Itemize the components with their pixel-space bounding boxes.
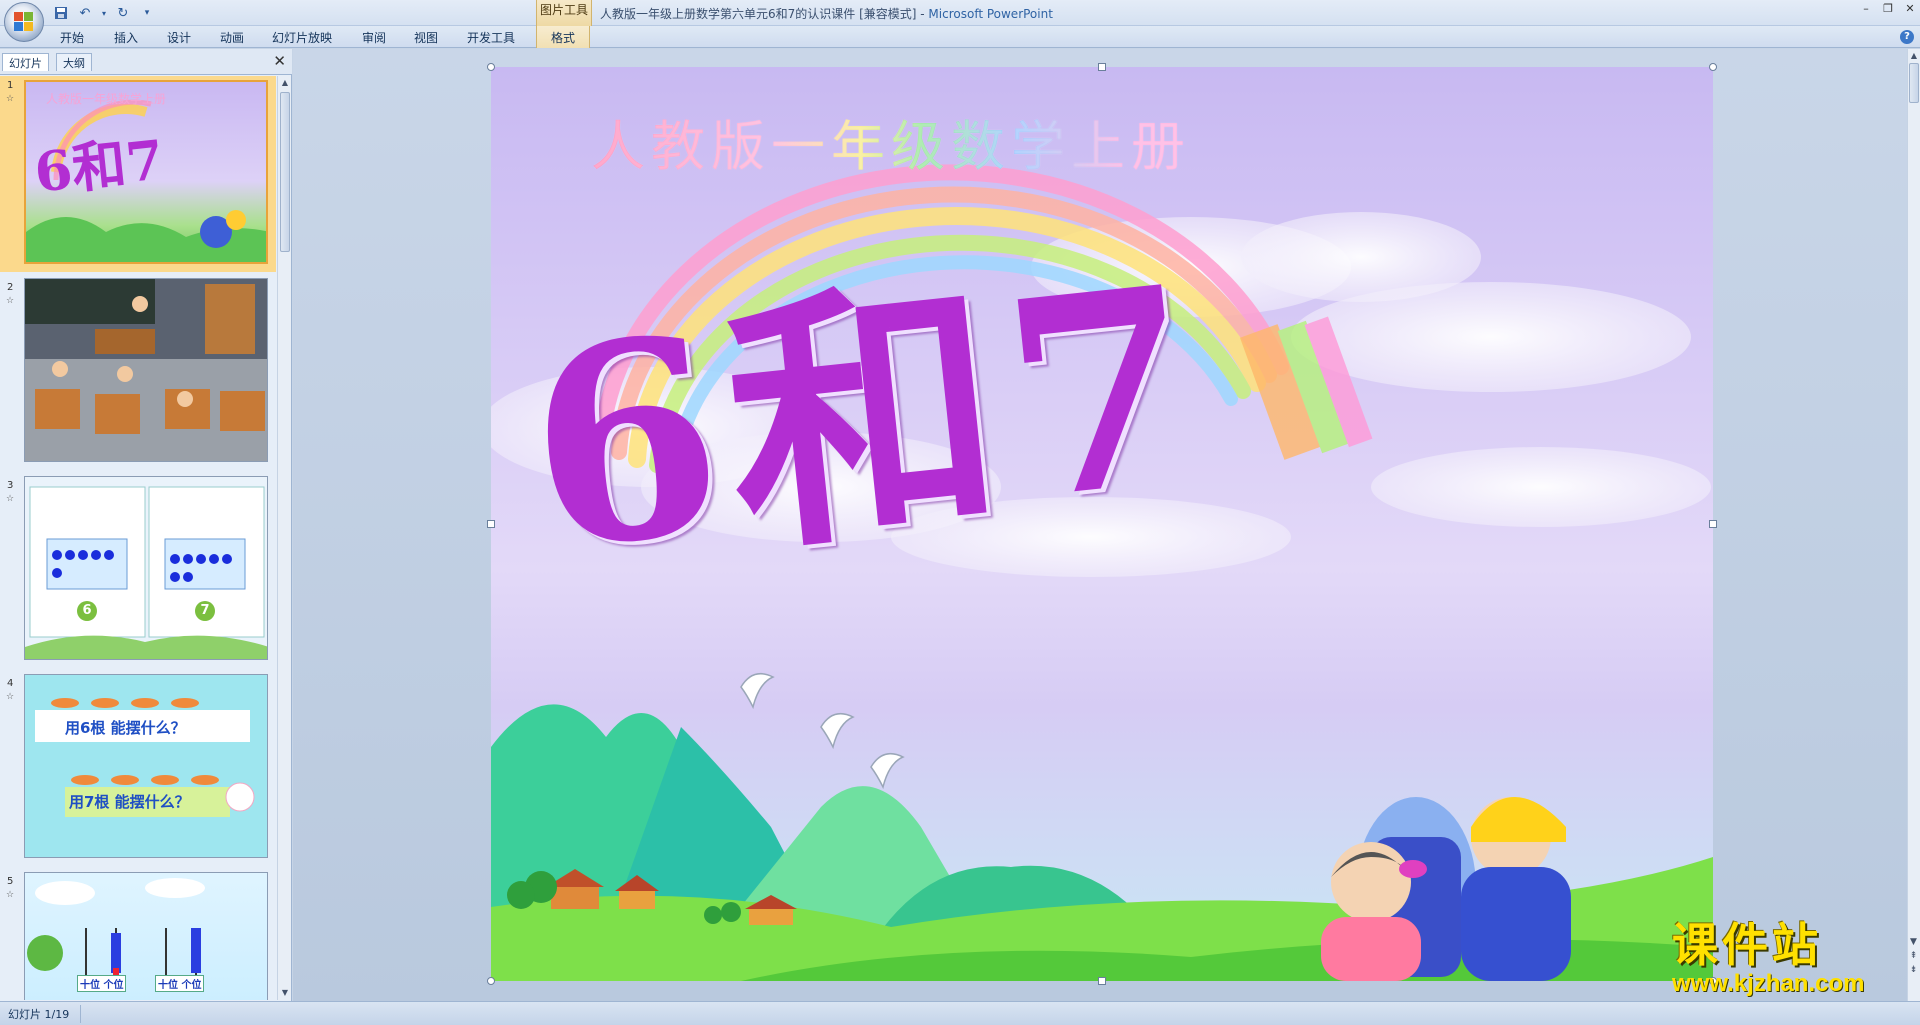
thumbnail-label-right: 十位 个位 xyxy=(155,975,205,992)
title-bar: ↶ ▾ ↻ ▾ 图片工具 人教版一年级上册数学第六单元6和7的认识课件 [兼容模… xyxy=(0,0,1920,26)
thumbnail-preview: 用6根 能摆什么？ 用7根 能摆什么？ xyxy=(24,674,268,858)
tab-insert[interactable]: 插入 xyxy=(114,29,138,46)
application-name: Microsoft PowerPoint xyxy=(928,7,1053,21)
resize-handle-top[interactable] xyxy=(1098,63,1106,71)
slides-panel: 幻灯片 大纲 ✕ 1 ☆ 人教版一年级数学上册 6和7 2 ☆ 3 ☆ 6 7 … xyxy=(0,49,292,1001)
slide-thumbnail-4[interactable]: 4 ☆ 用6根 能摆什么？ 用7根 能摆什么？ xyxy=(0,674,276,862)
help-icon[interactable]: ? xyxy=(1900,30,1914,44)
status-divider xyxy=(80,1005,81,1023)
slide-number: 5 xyxy=(7,876,14,887)
undo-dropdown-icon[interactable]: ▾ xyxy=(100,4,108,22)
scroll-down-icon[interactable]: ▼ xyxy=(278,986,292,1000)
thumbnail-label-right: 7 xyxy=(195,601,215,621)
thumbnail-line1: 用6根 能摆什么？ xyxy=(65,719,186,737)
resize-handle-right[interactable] xyxy=(1709,520,1717,528)
watermark-url: www.kjzhan.com xyxy=(1672,970,1865,997)
animation-star-icon: ☆ xyxy=(6,890,15,900)
slide-nav-buttons: ▼ ⇞ ⇟ xyxy=(1907,935,1920,991)
save-icon[interactable] xyxy=(52,4,70,22)
document-title: 人教版一年级上册数学第六单元6和7的认识课件 [兼容模式] - xyxy=(600,7,929,21)
tab-design[interactable]: 设计 xyxy=(167,29,191,46)
slide-subtitle[interactable]: 人教版一年级数学上册 xyxy=(591,102,1191,181)
animation-star-icon: ☆ xyxy=(6,296,15,306)
slide-number: 1 xyxy=(7,80,14,91)
slide-thumbnail-5[interactable]: 5 ☆ 十位 个位 十位 个位 xyxy=(0,872,276,1000)
resize-handle-left[interactable] xyxy=(487,520,495,528)
tab-slides[interactable]: 幻灯片 xyxy=(2,53,49,71)
thumbnail-preview: 十位 个位 十位 个位 xyxy=(24,872,268,1000)
scroll-up-icon[interactable]: ▲ xyxy=(1908,49,1920,63)
quick-access-toolbar: ↶ ▾ ↻ ▾ xyxy=(52,4,156,22)
thumbnail-preview: 6 7 xyxy=(24,476,268,660)
window-title: 人教版一年级上册数学第六单元6和7的认识课件 [兼容模式] - Microsof… xyxy=(600,5,1053,22)
thumbnail-line2: 用7根 能摆什么？ xyxy=(69,793,190,811)
resize-handle-bottom[interactable] xyxy=(1098,977,1106,985)
tab-slideshow[interactable]: 幻灯片放映 xyxy=(272,29,332,46)
thumbnail-label-left: 十位 个位 xyxy=(77,975,127,992)
slide-thumbnail-3[interactable]: 3 ☆ 6 7 xyxy=(0,476,276,664)
resize-handle-top-left[interactable] xyxy=(487,63,495,71)
window-controls: – ❐ ✕ xyxy=(1860,2,1916,15)
office-logo-icon xyxy=(14,12,34,32)
carrot-illustration xyxy=(35,698,255,817)
resize-handle-bottom-left[interactable] xyxy=(487,977,495,985)
close-panel-icon[interactable]: ✕ xyxy=(273,52,286,70)
animation-star-icon: ☆ xyxy=(6,94,15,104)
thumbnail-subtitle: 人教版一年级数学上册 xyxy=(46,92,167,106)
status-bar: 幻灯片 1/19 xyxy=(0,1001,1920,1025)
thumbnail-title: 6和7 xyxy=(31,127,167,205)
watermark-text: 课件站 xyxy=(1672,918,1822,972)
scrollbar-thumb[interactable] xyxy=(280,92,290,252)
scrollbar-thumb[interactable] xyxy=(1909,63,1919,103)
book-illustration xyxy=(25,486,267,659)
office-button[interactable] xyxy=(4,2,44,42)
redo-icon[interactable]: ↻ xyxy=(114,4,132,22)
slide-number: 2 xyxy=(7,282,14,293)
tab-outline[interactable]: 大纲 xyxy=(56,53,92,71)
slide-thumbnail-2[interactable]: 2 ☆ xyxy=(0,278,276,466)
undo-icon[interactable]: ↶ xyxy=(76,4,94,22)
classroom-illustration xyxy=(25,279,267,461)
abacus-illustration xyxy=(27,878,205,978)
slide-thumbnail-list: 1 ☆ 人教版一年级数学上册 6和7 2 ☆ 3 ☆ 6 7 4 ☆ 用6根 能… xyxy=(0,76,276,1000)
picture-tools-group-header: 图片工具 xyxy=(536,0,592,26)
animation-star-icon: ☆ xyxy=(6,692,15,702)
previous-slide-icon[interactable]: ⇞ xyxy=(1907,949,1920,963)
animation-star-icon: ☆ xyxy=(6,494,15,504)
next-slide-icon[interactable]: ⇟ xyxy=(1907,963,1920,977)
tab-home[interactable]: 开始 xyxy=(60,29,84,46)
scroll-up-icon[interactable]: ▲ xyxy=(278,76,292,90)
scroll-down-icon[interactable]: ▼ xyxy=(1907,935,1920,949)
resize-handle-top-right[interactable] xyxy=(1709,63,1717,71)
slide-thumbnail-1[interactable]: 1 ☆ 人教版一年级数学上册 6和7 xyxy=(0,76,276,272)
panel-tabs: 幻灯片 大纲 ✕ xyxy=(0,49,292,75)
tab-view[interactable]: 视图 xyxy=(414,29,438,46)
thumbnail-scrollbar[interactable]: ▲ ▼ xyxy=(277,76,291,1000)
slide-number: 4 xyxy=(7,678,14,689)
thumbnail-preview: 人教版一年级数学上册 6和7 xyxy=(24,80,268,264)
tab-animations[interactable]: 动画 xyxy=(220,29,244,46)
thumbnail-preview xyxy=(24,278,268,462)
slide-title[interactable]: 6和7 xyxy=(515,224,1220,611)
tab-format[interactable]: 格式 xyxy=(536,26,591,48)
minimize-icon[interactable]: – xyxy=(1860,2,1872,15)
slide-indicator: 幻灯片 1/19 xyxy=(8,1008,70,1021)
customize-qat-icon[interactable]: ▾ xyxy=(138,4,156,22)
tab-review[interactable]: 审阅 xyxy=(362,29,386,46)
current-slide[interactable]: 人教版一年级数学上册 6和7 xyxy=(491,67,1713,981)
close-icon[interactable]: ✕ xyxy=(1904,2,1916,15)
slide-number: 3 xyxy=(7,480,14,491)
tab-developer[interactable]: 开发工具 xyxy=(467,29,515,46)
slide-scrollbar[interactable]: ▲ xyxy=(1907,49,1920,1001)
ribbon-tab-row: 开始 插入 设计 动画 幻灯片放映 审阅 视图 开发工具 格式 ? xyxy=(0,26,1920,48)
restore-icon[interactable]: ❐ xyxy=(1882,2,1894,15)
thumbnail-label-left: 6 xyxy=(77,601,97,621)
watermark-logo: 课件站 www.kjzhan.com xyxy=(1672,922,1902,1002)
